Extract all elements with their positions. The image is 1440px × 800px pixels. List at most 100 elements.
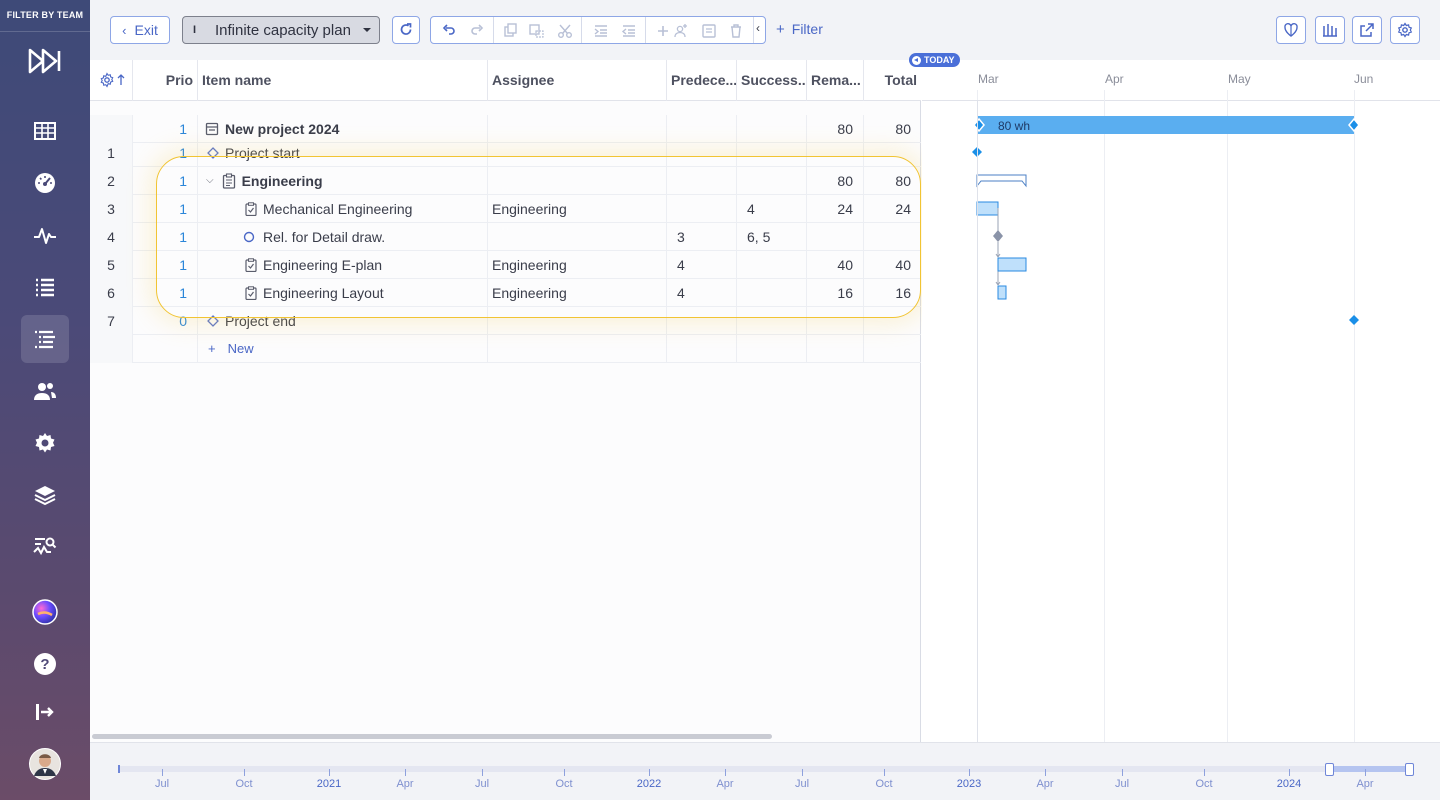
gantt-list-icon[interactable] xyxy=(21,315,69,363)
row-name-cell[interactable]: Project end xyxy=(198,307,488,335)
row-total[interactable] xyxy=(864,307,921,335)
column-header-predecessors[interactable]: Predece... xyxy=(667,60,737,101)
dashboard-gauge-icon[interactable] xyxy=(21,159,69,207)
horizontal-scrollbar[interactable] xyxy=(92,734,772,739)
list-icon[interactable] xyxy=(21,263,69,311)
column-header-prio[interactable]: Prio xyxy=(133,60,198,101)
column-settings-button[interactable] xyxy=(90,60,133,101)
milestone-end[interactable] xyxy=(1349,315,1359,325)
task-bar-layout[interactable] xyxy=(997,285,1007,300)
row-assignee[interactable] xyxy=(488,139,667,167)
row-successors[interactable] xyxy=(737,307,807,335)
chevron-down-icon[interactable]: ⌵ xyxy=(206,167,214,195)
row-predecessors[interactable]: 4 xyxy=(667,279,737,307)
column-header-successors[interactable]: Success... xyxy=(737,60,807,101)
column-header-assignee[interactable]: Assignee xyxy=(488,60,667,101)
row-successors[interactable]: 6, 5 xyxy=(737,223,807,251)
add-icon[interactable] xyxy=(655,23,671,39)
task-bar-mechanical[interactable] xyxy=(976,201,999,216)
timeline-left-handle[interactable] xyxy=(1325,763,1334,776)
undo-icon[interactable] xyxy=(441,23,457,39)
group-summary-bar[interactable] xyxy=(976,174,1027,188)
project-bar[interactable] xyxy=(977,116,1354,134)
row-assignee[interactable]: Engineering xyxy=(488,279,667,307)
table-row[interactable]: 4 1 Rel. for Detail draw. 3 6, 5 xyxy=(90,223,921,251)
row-name-cell[interactable]: Rel. for Detail draw. xyxy=(198,223,488,251)
timeline-navigator[interactable]: Jul Oct 2021 Apr Jul Oct 2022 Apr Jul Oct 2023 Apr J… xyxy=(90,742,1440,800)
row-total[interactable]: 40 xyxy=(864,251,921,279)
paste-icon[interactable] xyxy=(529,23,545,39)
row-remaining[interactable] xyxy=(807,223,864,251)
row-total[interactable] xyxy=(864,223,921,251)
row-prio[interactable]: 1 xyxy=(133,167,198,195)
outdent-icon[interactable] xyxy=(621,23,637,39)
column-header-item-name[interactable]: Item name xyxy=(198,60,488,101)
user-avatar[interactable] xyxy=(21,740,69,788)
copy-icon[interactable] xyxy=(503,23,519,39)
row-assignee[interactable] xyxy=(488,223,667,251)
row-remaining[interactable] xyxy=(807,139,864,167)
row-prio[interactable]: 0 xyxy=(133,307,198,335)
exit-button[interactable]: ‹ Exit xyxy=(110,16,170,44)
table-row[interactable]: 1 1 Project start xyxy=(90,139,921,167)
row-remaining[interactable]: 24 xyxy=(807,195,864,223)
row-remaining[interactable]: 40 xyxy=(807,251,864,279)
row-name-cell[interactable]: Mechanical Engineering xyxy=(198,195,488,223)
row-assignee[interactable]: Engineering xyxy=(488,195,667,223)
row-remaining[interactable] xyxy=(807,307,864,335)
new-item-button[interactable]: + New xyxy=(198,335,488,363)
row-prio[interactable]: 1 xyxy=(133,223,198,251)
row-assignee[interactable]: Engineering xyxy=(488,251,667,279)
row-prio[interactable]: 1 xyxy=(133,251,198,279)
heart-rate-button[interactable] xyxy=(1276,16,1306,44)
app-orb-icon[interactable] xyxy=(21,588,69,636)
checkpoint-marker[interactable] xyxy=(993,230,1003,242)
gear-icon[interactable] xyxy=(21,419,69,467)
row-assignee[interactable] xyxy=(488,167,667,195)
row-name-cell[interactable]: ⌵ Engineering xyxy=(198,167,488,195)
column-header-remaining[interactable]: Rema... xyxy=(807,60,864,101)
row-predecessors[interactable] xyxy=(667,195,737,223)
row-remaining[interactable]: 16 xyxy=(807,279,864,307)
activity-pulse-icon[interactable] xyxy=(21,211,69,259)
notes-icon[interactable] xyxy=(701,23,717,39)
filter-button[interactable]: + Filter xyxy=(776,21,823,38)
row-assignee[interactable] xyxy=(488,307,667,335)
row-predecessors[interactable] xyxy=(667,307,737,335)
export-button[interactable] xyxy=(1352,16,1382,44)
row-successors[interactable] xyxy=(737,167,807,195)
users-icon[interactable] xyxy=(21,367,69,415)
cut-icon[interactable] xyxy=(557,23,573,39)
row-successors[interactable]: 4 xyxy=(737,195,807,223)
row-prio[interactable]: 1 xyxy=(133,195,198,223)
table-row[interactable]: 2 1 ⌵ Engineering 80 80 xyxy=(90,167,921,195)
row-prio[interactable]: 1 xyxy=(133,279,198,307)
today-button[interactable]: TODAY xyxy=(909,53,960,67)
refresh-button[interactable] xyxy=(392,16,420,44)
row-total[interactable]: 80 xyxy=(864,167,921,195)
timeline-track[interactable] xyxy=(118,766,1412,772)
delete-icon[interactable] xyxy=(728,23,744,39)
row-successors[interactable] xyxy=(737,251,807,279)
timeline-right-handle[interactable] xyxy=(1405,763,1414,776)
plan-select[interactable]: I Infinite capacity plan xyxy=(182,16,380,44)
help-icon[interactable]: ? xyxy=(21,640,69,688)
row-name-cell[interactable]: Engineering E-plan xyxy=(198,251,488,279)
columns-button[interactable] xyxy=(1315,16,1345,44)
row-successors[interactable] xyxy=(737,139,807,167)
row-name-cell[interactable]: Engineering Layout xyxy=(198,279,488,307)
row-predecessors[interactable] xyxy=(667,167,737,195)
row-name-cell[interactable]: Project start xyxy=(198,139,488,167)
table-row[interactable]: 5 1 Engineering E-plan Engineering 4 40 … xyxy=(90,251,921,279)
logout-icon[interactable] xyxy=(21,688,69,736)
row-total[interactable]: 24 xyxy=(864,195,921,223)
row-total[interactable] xyxy=(864,139,921,167)
settings-button[interactable] xyxy=(1390,16,1420,44)
indent-icon[interactable] xyxy=(593,23,609,39)
row-predecessors[interactable]: 3 xyxy=(667,223,737,251)
row-successors[interactable] xyxy=(737,279,807,307)
row-total[interactable]: 16 xyxy=(864,279,921,307)
row-predecessors[interactable]: 4 xyxy=(667,251,737,279)
row-predecessors[interactable] xyxy=(667,139,737,167)
row-prio[interactable]: 1 xyxy=(133,139,198,167)
